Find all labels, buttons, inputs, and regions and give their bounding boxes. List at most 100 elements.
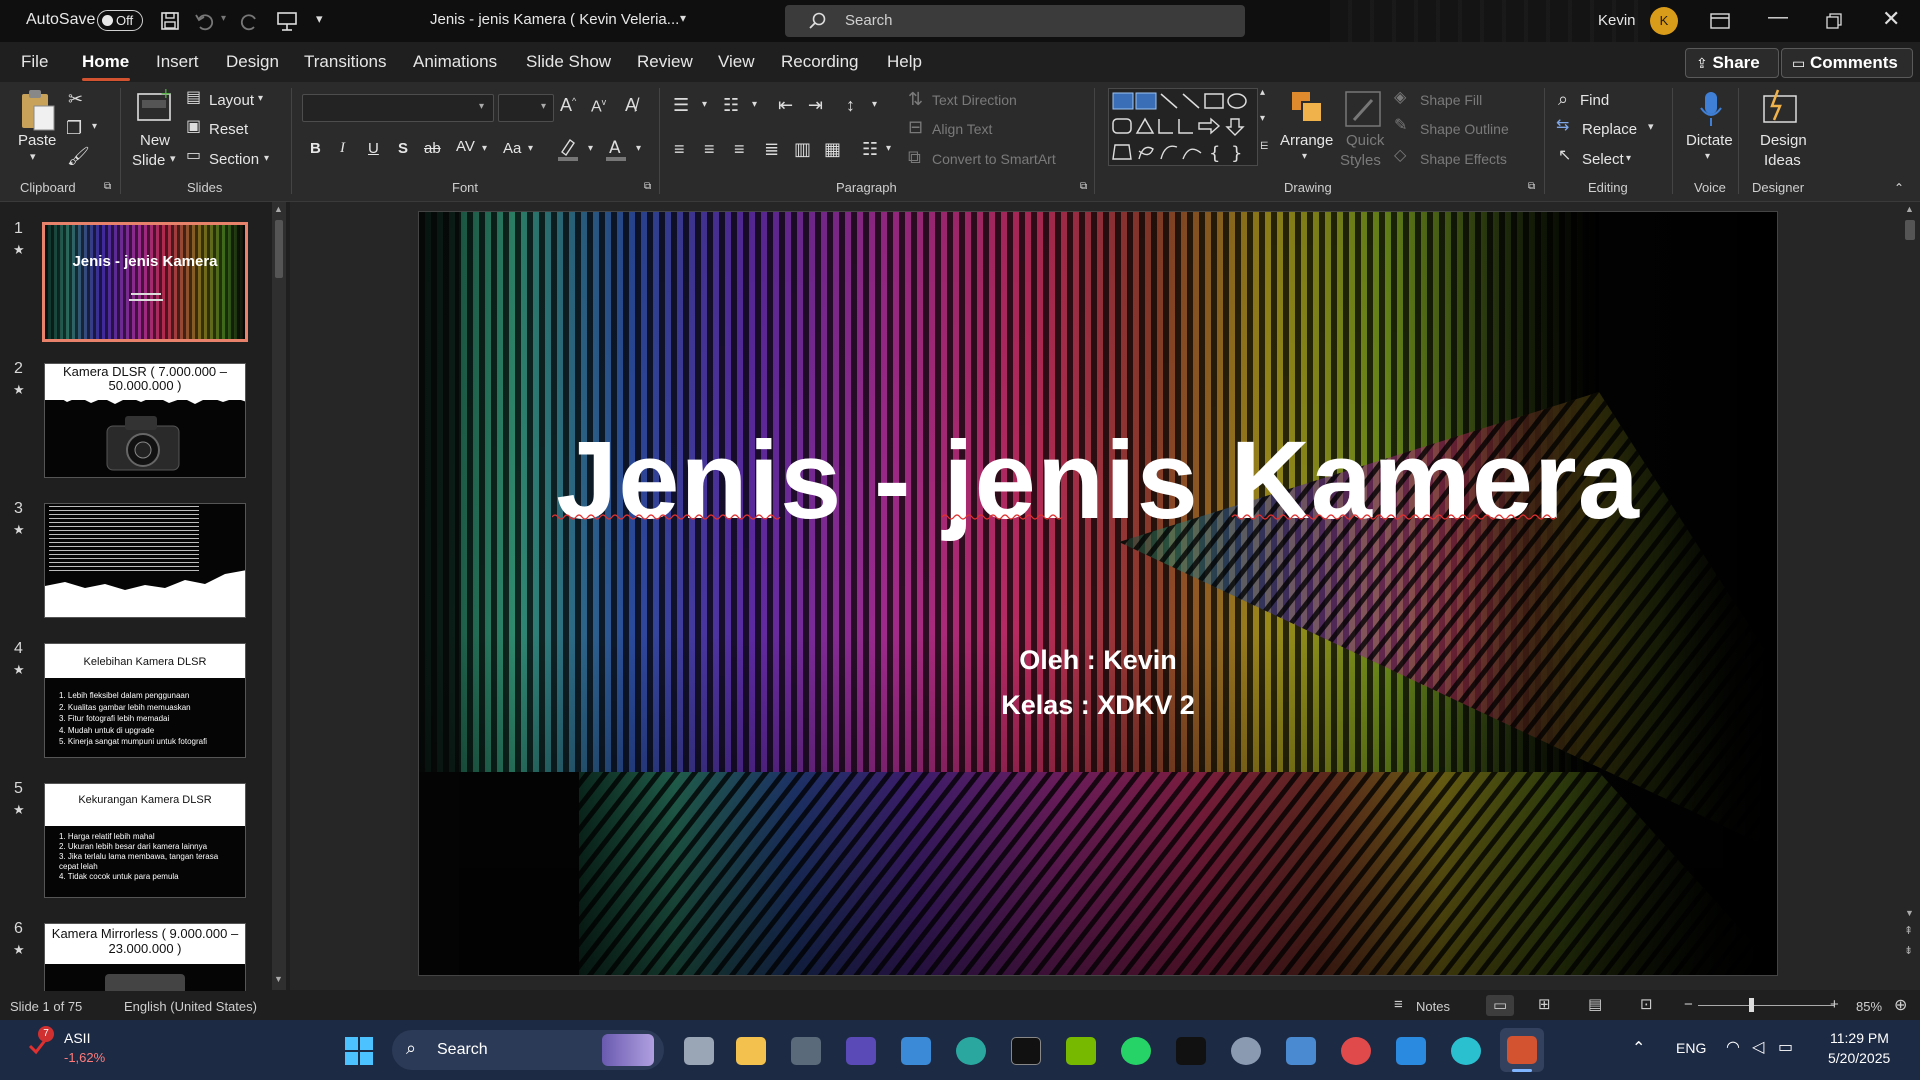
- drawing-launcher-icon[interactable]: ⧉: [1528, 182, 1535, 192]
- tab-recording[interactable]: Recording: [781, 52, 859, 72]
- scroll-down-icon[interactable]: ▼: [1905, 908, 1914, 918]
- close-icon[interactable]: ✕: [1882, 6, 1900, 32]
- app-icon-cube[interactable]: [791, 1037, 821, 1065]
- app-icon-studio[interactable]: [846, 1037, 876, 1065]
- text-shadow-button[interactable]: S: [398, 140, 408, 157]
- tab-slide-show[interactable]: Slide Show: [526, 52, 611, 72]
- undo-icon[interactable]: [194, 11, 214, 31]
- increase-indent-icon[interactable]: ⇥: [808, 96, 823, 114]
- minimize-icon[interactable]: —: [1768, 6, 1788, 29]
- redo-icon[interactable]: [240, 11, 260, 31]
- windows-start-icon[interactable]: [344, 1036, 374, 1066]
- replace-button[interactable]: Replace: [1582, 121, 1637, 138]
- battery-icon[interactable]: ▭: [1778, 1037, 1793, 1057]
- select-icon[interactable]: ↖: [1558, 148, 1571, 164]
- layout-dropdown-icon[interactable]: ▾: [258, 94, 263, 104]
- quick-styles-label-2[interactable]: Styles: [1340, 152, 1381, 169]
- gallery-up-icon[interactable]: ▴: [1260, 88, 1265, 98]
- change-case-button[interactable]: Aa: [503, 140, 521, 157]
- chevron-down-icon[interactable]: ▾: [752, 100, 757, 110]
- normal-view-button[interactable]: ▭: [1486, 995, 1514, 1016]
- chevron-down-icon[interactable]: ▾: [1626, 154, 1631, 164]
- paste-dropdown-icon[interactable]: ▾: [30, 152, 36, 163]
- smartart-icon[interactable]: ⧉: [908, 148, 921, 166]
- chevron-down-icon[interactable]: ▾: [886, 144, 891, 154]
- zoom-in-icon[interactable]: +: [1830, 996, 1839, 1013]
- slide-show-icon[interactable]: ⊡: [1640, 995, 1653, 1013]
- shapes-gallery[interactable]: { }: [1108, 88, 1258, 166]
- text-direction-columns-icon[interactable]: ☷: [862, 140, 878, 158]
- customize-qat-icon[interactable]: ▾: [316, 11, 323, 27]
- reset-button[interactable]: Reset: [209, 121, 248, 138]
- paste-label[interactable]: Paste: [18, 132, 56, 149]
- font-family-select[interactable]: ▾: [302, 94, 494, 122]
- layout-button[interactable]: Layout: [209, 92, 254, 109]
- slide-class[interactable]: Kelas : XDKV 2: [419, 690, 1777, 721]
- decrease-font-size-icon[interactable]: Av: [591, 98, 606, 115]
- canvas-scrollbar[interactable]: ▲ ▼: [1902, 202, 1918, 922]
- design-ideas-label-2[interactable]: Ideas: [1764, 152, 1801, 169]
- chevron-down-icon[interactable]: ▾: [588, 144, 593, 154]
- powerpoint-taskbar-button[interactable]: [1500, 1028, 1544, 1072]
- new-slide-dropdown-icon[interactable]: ▾: [170, 154, 176, 165]
- tab-review[interactable]: Review: [637, 52, 693, 72]
- zoom-slider-thumb[interactable]: [1749, 998, 1754, 1012]
- clear-formatting-icon[interactable]: A̸: [625, 96, 637, 114]
- save-icon[interactable]: [160, 11, 180, 31]
- section-icon[interactable]: ▭: [186, 148, 201, 164]
- volume-icon[interactable]: ◁: [1752, 1037, 1764, 1057]
- underline-button[interactable]: U: [368, 140, 379, 157]
- quick-styles-icon[interactable]: [1344, 90, 1384, 130]
- nvidia-icon[interactable]: [1066, 1037, 1096, 1065]
- text-direction-icon[interactable]: ⇅: [908, 90, 923, 108]
- tab-animations[interactable]: Animations: [413, 52, 497, 72]
- tab-home[interactable]: Home: [82, 52, 129, 72]
- comments-button[interactable]: ▭ Comments: [1781, 48, 1913, 78]
- language-indicator[interactable]: English (United States): [124, 999, 257, 1014]
- copy-dropdown-icon[interactable]: ▾: [92, 122, 97, 132]
- scroll-down-icon[interactable]: ▼: [274, 974, 283, 984]
- ribbon-display-options-icon[interactable]: [1710, 12, 1730, 30]
- user-name[interactable]: Kevin: [1598, 12, 1636, 29]
- thumbnail-scrollbar[interactable]: ▲ ▼: [272, 202, 286, 990]
- arrange-button[interactable]: Arrange: [1280, 132, 1333, 149]
- taskbar-search[interactable]: ⌕ Search: [392, 1030, 664, 1070]
- slide-title[interactable]: Jenis - jenis Kamera: [419, 417, 1777, 544]
- find-button[interactable]: Find: [1580, 92, 1609, 109]
- clock-time[interactable]: 11:29 PM: [1830, 1030, 1889, 1046]
- character-spacing-button[interactable]: AV: [456, 138, 475, 155]
- quick-styles-label-1[interactable]: Quick: [1346, 132, 1384, 149]
- convert-smartart-button[interactable]: Convert to SmartArt: [932, 151, 1056, 167]
- slide-thumbnail-5[interactable]: Kekurangan Kamera DLSR 1. Harga relatif …: [44, 783, 246, 898]
- new-slide-label-2[interactable]: Slide: [132, 152, 165, 169]
- line-spacing-icon[interactable]: ↕: [846, 96, 855, 114]
- design-ideas-icon[interactable]: [1760, 88, 1800, 128]
- tab-insert[interactable]: Insert: [156, 52, 199, 72]
- collapse-ribbon-icon[interactable]: ⌃: [1894, 182, 1904, 194]
- autosave-toggle[interactable]: Off: [97, 10, 143, 31]
- chevron-down-icon[interactable]: ▾: [482, 144, 487, 154]
- previous-slide-icon[interactable]: ⇞: [1904, 924, 1913, 937]
- align-center-icon[interactable]: ≡: [704, 140, 715, 158]
- strikethrough-button[interactable]: ab: [424, 140, 441, 157]
- task-view-icon[interactable]: [684, 1037, 714, 1065]
- shape-outline-button[interactable]: Shape Outline: [1420, 121, 1509, 137]
- share-button[interactable]: ⇪ Share: [1685, 48, 1779, 78]
- stock-widget-icon[interactable]: 7: [28, 1026, 54, 1060]
- slide-canvas[interactable]: Jenis - jenis Kamera Oleh : Kevin Kelas …: [418, 211, 1778, 976]
- paragraph-launcher-icon[interactable]: ⧉: [1080, 182, 1087, 192]
- canva-icon[interactable]: [1451, 1037, 1481, 1065]
- chevron-down-icon[interactable]: ▾: [1302, 152, 1307, 162]
- next-slide-icon[interactable]: ⇟: [1904, 944, 1913, 957]
- vscode-icon[interactable]: [1396, 1037, 1426, 1065]
- slide-sorter-icon[interactable]: ⊞: [1538, 995, 1551, 1013]
- format-painter-icon[interactable]: 🖌: [67, 147, 90, 165]
- gallery-more-icon[interactable]: ⋿: [1260, 142, 1269, 152]
- clock-date[interactable]: 5/20/2025: [1828, 1050, 1890, 1066]
- photos-icon[interactable]: [901, 1037, 931, 1065]
- clipboard-launcher-icon[interactable]: ⧉: [104, 182, 111, 192]
- slide-thumbnail-2[interactable]: Kamera DLSR ( 7.000.000 – 50.000.000 ): [44, 363, 246, 478]
- title-dropdown-icon[interactable]: ▾: [680, 11, 686, 25]
- distributed-icon[interactable]: ▥: [794, 140, 811, 158]
- columns-icon[interactable]: ▦: [824, 140, 841, 158]
